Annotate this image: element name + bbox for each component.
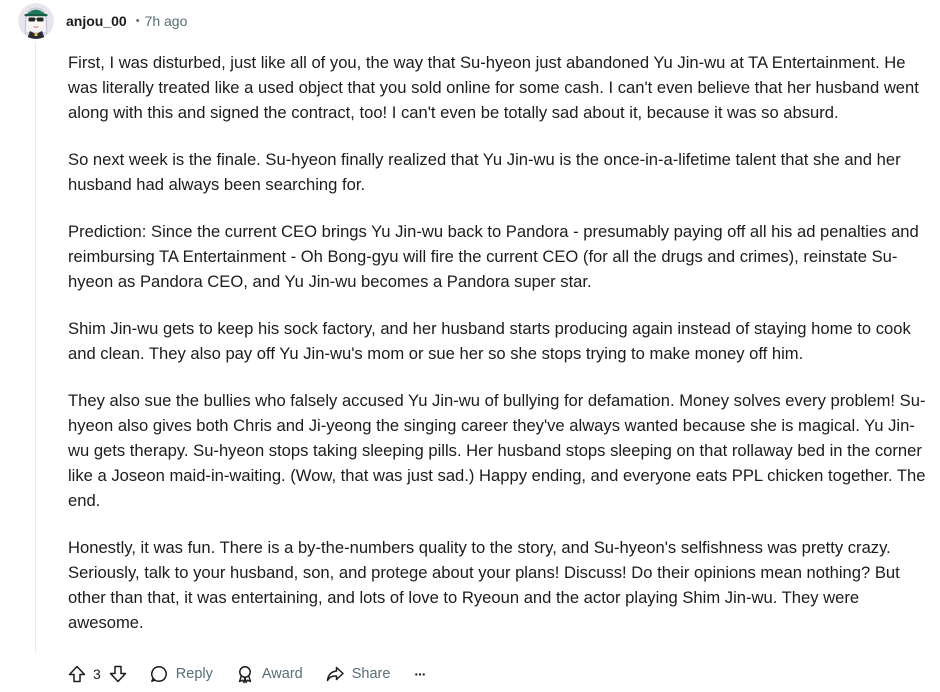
reply-button[interactable]: Reply bbox=[149, 664, 213, 684]
share-arrow-icon bbox=[325, 664, 345, 684]
award-icon bbox=[235, 664, 255, 684]
ellipsis-icon: ··· bbox=[414, 666, 426, 682]
vote-score: 3 bbox=[93, 666, 101, 682]
share-label: Share bbox=[351, 666, 391, 682]
award-label: Award bbox=[261, 666, 303, 682]
comment-paragraph: Honestly, it was fun. There is a by-the-… bbox=[68, 538, 900, 632]
comment-body: First, I was disturbed, just like all of… bbox=[68, 50, 930, 657]
comment-paragraph: Shim Jin-wu gets to keep his sock factor… bbox=[68, 319, 911, 363]
thread-line[interactable] bbox=[35, 42, 36, 652]
comment-paragraph: Prediction: Since the current CEO brings… bbox=[68, 222, 919, 291]
meta-separator: • bbox=[135, 15, 140, 27]
vote-controls: 3 bbox=[64, 660, 131, 688]
comment: anjou_00 • 7h ago First, I was disturbed… bbox=[0, 0, 940, 692]
more-options-button[interactable]: ··· bbox=[414, 666, 426, 682]
speech-bubble-icon bbox=[149, 664, 169, 684]
comment-action-bar: 3 Reply Award Share ··· bbox=[64, 658, 426, 690]
upvote-arrow-icon[interactable] bbox=[64, 660, 90, 688]
share-button[interactable]: Share bbox=[325, 664, 391, 684]
comment-paragraph: They also sue the bullies who falsely ac… bbox=[68, 391, 926, 510]
comment-paragraph: First, I was disturbed, just like all of… bbox=[68, 53, 919, 122]
comment-author[interactable]: anjou_00 bbox=[66, 13, 127, 29]
avatar[interactable] bbox=[18, 3, 54, 39]
comment-timestamp[interactable]: 7h ago bbox=[145, 13, 188, 29]
award-button[interactable]: Award bbox=[235, 664, 303, 684]
comment-header: anjou_00 • 7h ago bbox=[18, 3, 187, 39]
comment-paragraph: So next week is the finale. Su-hyeon fin… bbox=[68, 150, 901, 194]
reply-label: Reply bbox=[175, 666, 213, 682]
downvote-arrow-icon[interactable] bbox=[105, 660, 131, 688]
